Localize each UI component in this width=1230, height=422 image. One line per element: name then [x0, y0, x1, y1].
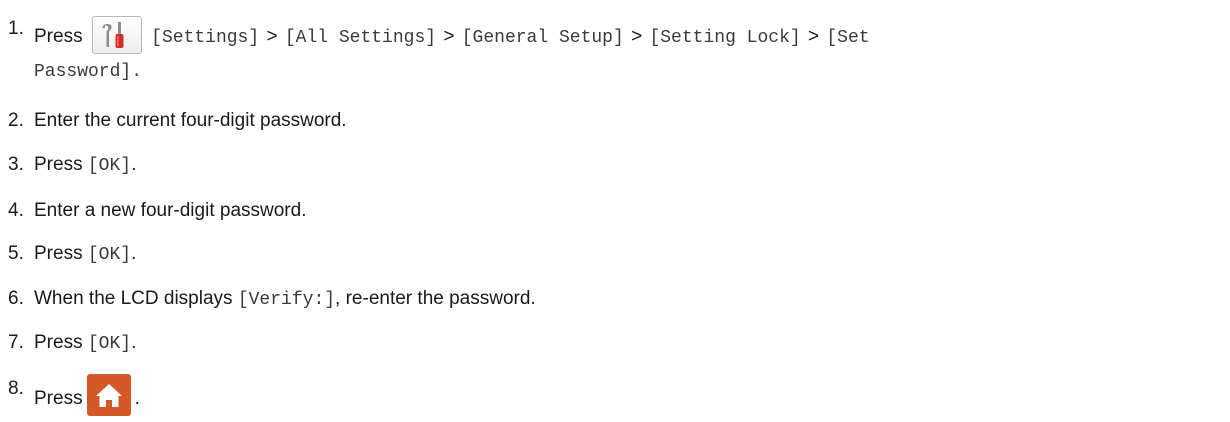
step-body: Press [OK].: [34, 154, 1230, 176]
path-separator: >: [266, 26, 278, 48]
settings-tools-icon[interactable]: [91, 16, 142, 54]
ok-code: [OK]: [87, 334, 132, 354]
step-text: Enter the current four-digit password.: [34, 110, 347, 131]
period: .: [131, 332, 137, 353]
step-number: 8.: [8, 378, 24, 399]
step-text-before: When the LCD displays: [34, 288, 233, 309]
press-label: Press: [34, 243, 83, 264]
step-number: 3.: [8, 154, 24, 175]
path-separator: >: [443, 26, 455, 48]
step-number: 1.: [8, 18, 24, 39]
ok-code: [OK]: [87, 156, 132, 176]
menu-path-set: [Set: [826, 28, 870, 49]
step-body: Press .: [34, 374, 1230, 420]
step-body: Press [OK].: [34, 243, 1230, 265]
step-number: 5.: [8, 243, 24, 264]
menu-path-general-setup: [General Setup]: [461, 28, 624, 49]
press-label: Press: [34, 388, 83, 410]
step-body: Press [Settings] > [All Settings] > [Gen…: [34, 16, 1230, 56]
menu-path-settings: [Settings]: [151, 28, 260, 49]
home-icon[interactable]: [86, 374, 131, 416]
step-1: 1. Press [Settings] > [All Settings] > […: [0, 16, 1230, 98]
press-label: Press: [34, 154, 83, 175]
step-body: Press [OK].: [34, 332, 1230, 354]
step-number: 2.: [8, 110, 24, 131]
step-body: When the LCD displays [Verify:], re-ente…: [34, 288, 1230, 310]
step-number: 6.: [8, 288, 24, 309]
step-number: 7.: [8, 332, 24, 353]
ok-code: [OK]: [87, 245, 132, 265]
home-svg: [95, 384, 122, 407]
menu-path-password: Password].: [34, 62, 143, 82]
press-label: Press: [34, 26, 83, 48]
period: .: [131, 243, 137, 264]
path-separator: >: [807, 26, 820, 48]
verify-code: [Verify:]: [237, 290, 336, 310]
menu-path-all-settings: [All Settings]: [284, 28, 437, 49]
settings-tools-svg: [102, 22, 124, 48]
step-number: 4.: [8, 200, 24, 221]
path-separator: >: [631, 26, 643, 48]
step-text-after: , re-enter the password.: [335, 288, 536, 309]
menu-path-setting-lock: [Setting Lock]: [649, 28, 801, 49]
period: .: [131, 154, 137, 175]
step-text: Enter a new four-digit password.: [34, 200, 307, 221]
period: .: [134, 388, 140, 410]
press-label: Press: [34, 332, 83, 353]
